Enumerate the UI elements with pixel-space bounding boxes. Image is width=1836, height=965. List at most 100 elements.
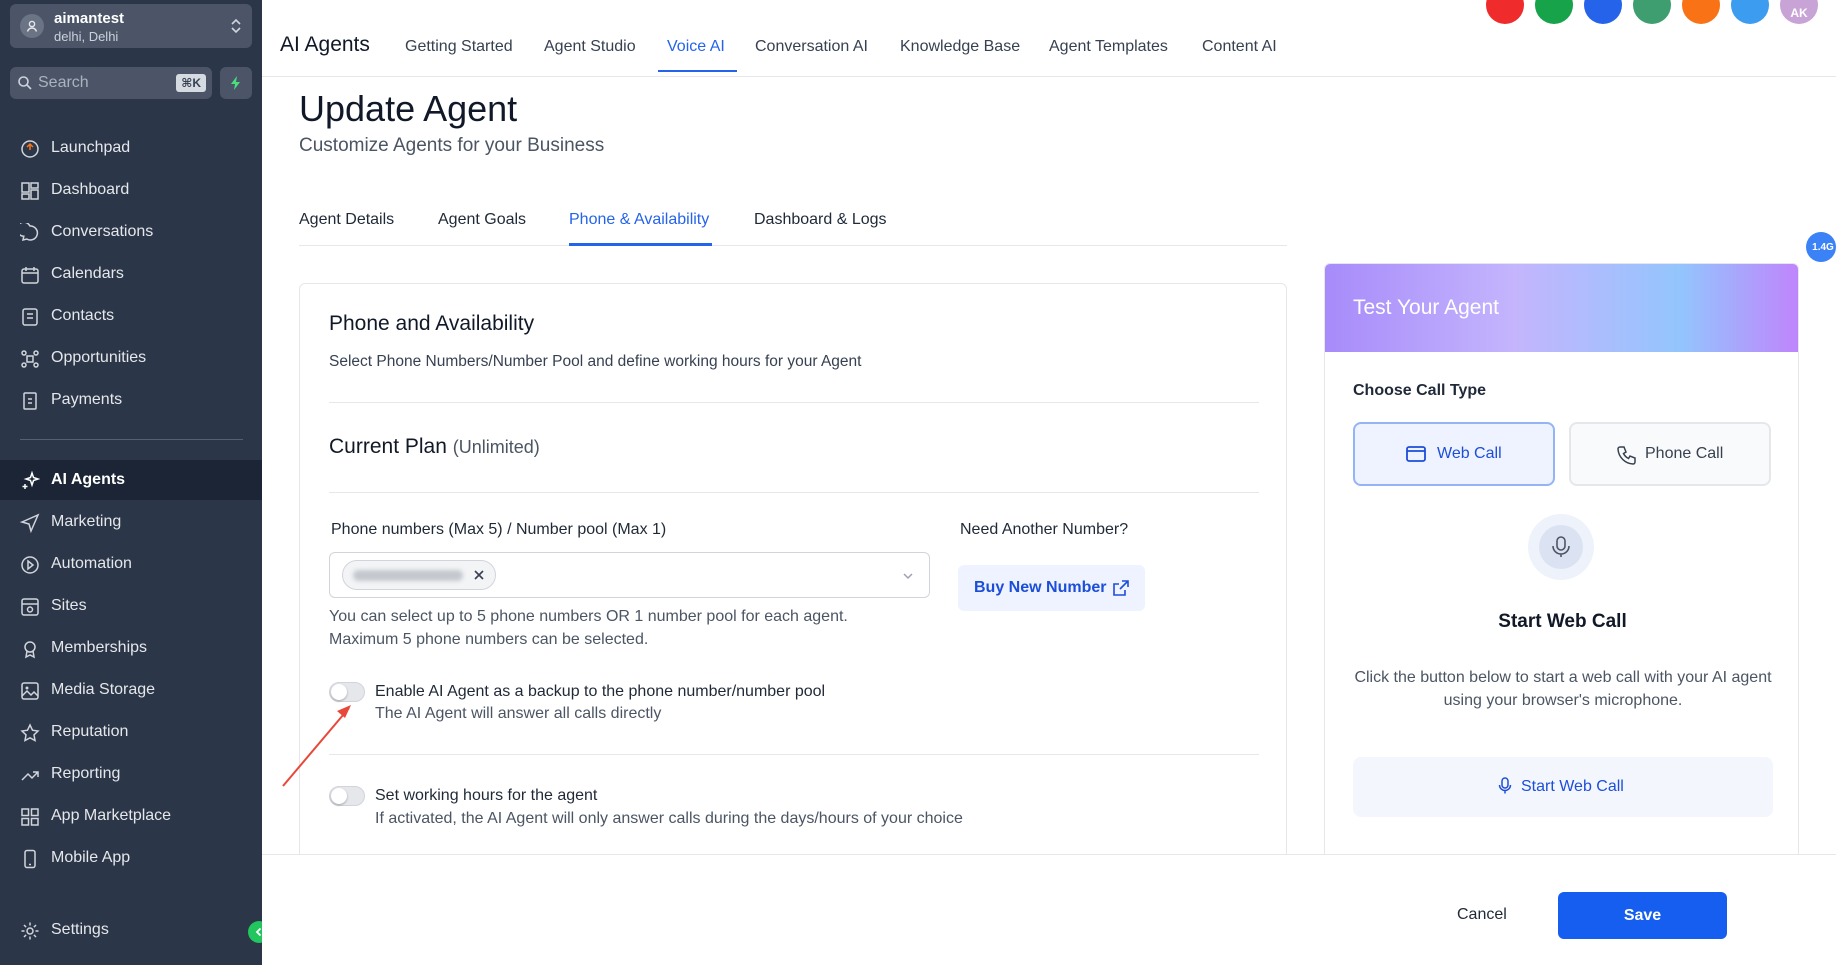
user-avatar[interactable]: AK <box>1780 0 1818 24</box>
tab-agent-goals[interactable]: Agent Goals <box>438 211 526 229</box>
sidebar-item-label: Conversations <box>51 223 154 240</box>
sidebar-item-label: Automation <box>51 555 132 572</box>
tab-agent-details[interactable]: Agent Details <box>299 211 394 229</box>
close-icon[interactable] <box>471 567 487 583</box>
call-type-label: Choose Call Type <box>1353 382 1487 399</box>
page-title: Update Agent <box>299 88 518 129</box>
search-input[interactable]: Search ⌘K <box>10 67 212 99</box>
selected-number-chip <box>342 560 496 590</box>
sidebar-item-ai-agents[interactable]: AI Agents <box>0 460 262 500</box>
account-avatar-icon <box>20 14 44 38</box>
test-panel-header: Test Your Agent <box>1325 264 1798 352</box>
memberships-icon <box>24 641 36 659</box>
sidebar-item-payments[interactable]: Payments <box>0 380 262 420</box>
phone-number-select[interactable] <box>329 552 930 598</box>
sidebar-item-sites[interactable]: Sites <box>0 586 262 626</box>
tabs-divider <box>299 245 1287 246</box>
sidebar-item-label: App Marketplace <box>51 807 172 824</box>
opportunities-icon <box>21 350 39 368</box>
tab-conversation-ai[interactable]: Conversation AI <box>755 38 868 56</box>
buy-new-number-button[interactable]: Buy New Number <box>958 565 1145 611</box>
help-icon[interactable] <box>1731 0 1769 24</box>
working-hours-title: Set working hours for the agent <box>375 787 598 804</box>
code-icon[interactable] <box>1486 0 1524 24</box>
web-call-option[interactable]: Web Call <box>1353 422 1555 486</box>
sidebar-item-calendars[interactable]: Calendars <box>0 254 262 294</box>
sidebar-divider <box>20 439 243 440</box>
tab-knowledge-base[interactable]: Knowledge Base <box>900 38 1020 56</box>
sidebar-item-opportunities[interactable]: Opportunities <box>0 338 262 378</box>
active-tab-indicator <box>658 70 737 72</box>
phone-call-label: Phone Call <box>1645 445 1724 462</box>
calendar-icon <box>21 267 39 284</box>
page-subtitle: Customize Agents for your Business <box>299 135 605 156</box>
launchpad-icon <box>21 140 39 158</box>
sidebar-item-label: Reputation <box>51 723 129 740</box>
sidebar-item-label: Sites <box>51 597 87 614</box>
backup-toggle-subtitle: The AI Agent will answer all calls direc… <box>375 705 662 722</box>
start-web-call-button[interactable]: Start Web Call <box>1353 757 1773 817</box>
sidebar-item-memberships[interactable]: Memberships <box>0 628 262 668</box>
sidebar-item-mobile-app[interactable]: Mobile App <box>0 838 262 878</box>
sidebar-item-app-marketplace[interactable]: App Marketplace <box>0 796 262 836</box>
sidebar-item-settings[interactable]: Settings <box>0 910 262 950</box>
megaphone-icon[interactable] <box>1633 0 1671 24</box>
top-bar: AI Agents Getting Started Agent Studio V… <box>262 0 1836 77</box>
tab-content-ai[interactable]: Content AI <box>1202 38 1277 56</box>
sidebar-item-label: Reporting <box>51 765 121 782</box>
sidebar-item-reputation[interactable]: Reputation <box>0 712 262 752</box>
sparkle-icon[interactable] <box>1584 0 1622 24</box>
sidebar-item-label: Memberships <box>51 639 148 656</box>
microphone-icon <box>1552 536 1570 557</box>
tab-agent-templates[interactable]: Agent Templates <box>1049 38 1168 56</box>
sidebar-item-launchpad[interactable]: Launchpad <box>0 128 262 168</box>
footer-bar: Cancel Save <box>262 854 1836 965</box>
tab-agent-studio[interactable]: Agent Studio <box>544 38 636 56</box>
sparkle-icon <box>22 471 40 489</box>
sidebar-item-conversations[interactable]: Conversations <box>0 212 262 252</box>
avatar-initials: AK <box>1790 6 1808 20</box>
sidebar-item-label: Calendars <box>51 265 124 282</box>
tab-voice-ai[interactable]: Voice AI <box>667 38 725 56</box>
sidebar-item-marketing[interactable]: Marketing <box>0 502 262 542</box>
sidebar-item-media-storage[interactable]: Media Storage <box>0 670 262 710</box>
search-shortcut: ⌘K <box>176 74 206 92</box>
tab-dashboard-logs[interactable]: Dashboard & Logs <box>754 211 887 229</box>
start-web-call-description: Click the button below to start a web ca… <box>1354 669 1772 709</box>
sidebar: aimantest delhi, Delhi Search ⌘K Launchp… <box>0 0 262 965</box>
save-button[interactable]: Save <box>1558 892 1727 939</box>
sidebar-item-label: Media Storage <box>51 681 156 698</box>
phone-icon[interactable] <box>1535 0 1573 24</box>
sidebar-item-label: Marketing <box>51 513 122 530</box>
sidebar-item-contacts[interactable]: Contacts <box>0 296 262 336</box>
plan-label: Current Plan <box>329 435 447 458</box>
external-link-icon <box>1113 580 1129 596</box>
card-description: Select Phone Numbers/Number Pool and def… <box>329 353 862 370</box>
backup-toggle-title: Enable AI Agent as a backup to the phone… <box>375 683 826 700</box>
account-switcher[interactable]: aimantest delhi, Delhi <box>10 4 252 48</box>
bell-icon[interactable] <box>1682 0 1720 24</box>
sidebar-item-dashboard[interactable]: Dashboard <box>0 170 262 210</box>
phone-availability-card: Phone and Availability Select Phone Numb… <box>299 283 1287 883</box>
redacted-phone-number <box>353 570 463 581</box>
version-badge[interactable]: 1.4G <box>1806 232 1836 262</box>
hint-text: Maximum 5 phone numbers can be selected. <box>329 631 649 648</box>
sidebar-item-reporting[interactable]: Reporting <box>0 754 262 794</box>
toggle-knob <box>331 684 347 700</box>
test-agent-panel: Test Your Agent Choose Call Type Web Cal… <box>1324 263 1799 883</box>
phone-call-option[interactable]: Phone Call <box>1569 422 1771 486</box>
sidebar-settings-label: Settings <box>51 921 109 938</box>
tab-getting-started[interactable]: Getting Started <box>405 38 513 56</box>
start-web-call-label: Start Web Call <box>1521 778 1624 795</box>
automation-icon <box>21 556 39 574</box>
sidebar-item-automation[interactable]: Automation <box>0 544 262 584</box>
quick-action-button[interactable] <box>220 67 252 99</box>
lightning-icon <box>231 76 240 90</box>
backup-toggle[interactable] <box>329 682 365 702</box>
current-plan: Current Plan (Unlimited) <box>329 435 540 459</box>
phone-icon <box>1617 446 1636 465</box>
tab-phone-availability[interactable]: Phone & Availability <box>569 211 709 229</box>
divider <box>329 402 1259 403</box>
sidebar-item-label: AI Agents <box>51 471 126 488</box>
cancel-button[interactable]: Cancel <box>1457 906 1507 924</box>
